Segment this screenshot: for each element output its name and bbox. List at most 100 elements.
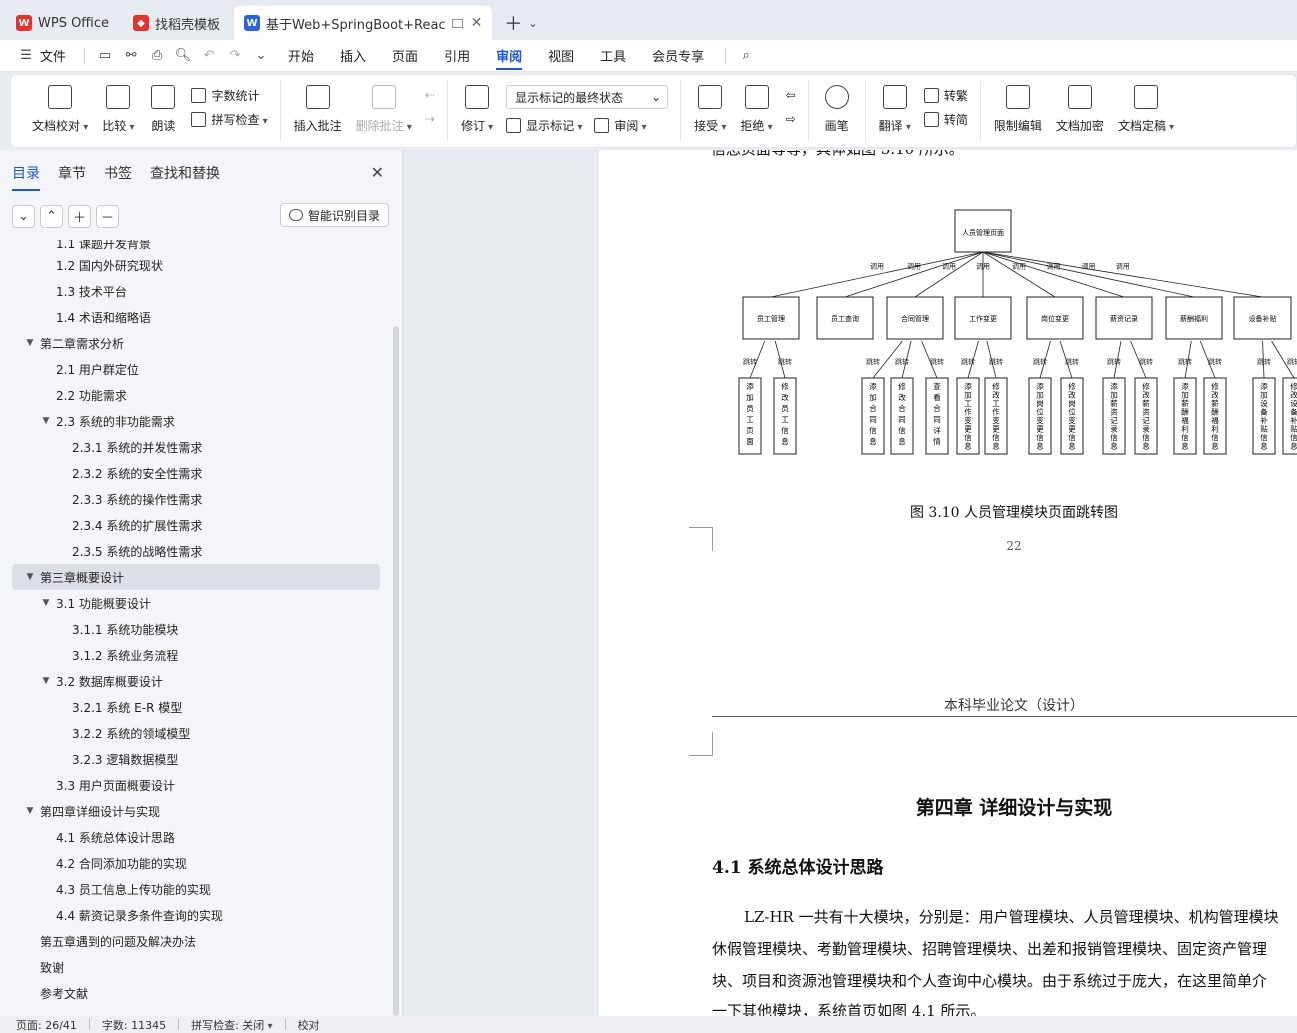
translate-button[interactable]: 翻译 xyxy=(872,81,918,138)
spell-check-indicator[interactable]: 拼写检查: 关闭 xyxy=(191,1017,272,1033)
toc-item[interactable]: 3.2.2 系统的领域模型 xyxy=(12,720,380,746)
menu-tools[interactable]: 工具 xyxy=(587,40,639,72)
pen-button[interactable]: 画笔 xyxy=(815,81,859,138)
tab-toc[interactable]: 目录 xyxy=(12,159,40,191)
to-simplified-button[interactable]: 转简 xyxy=(923,107,968,131)
toc-item[interactable]: 4.1 系统总体设计思路 xyxy=(12,824,380,850)
toc-item[interactable]: 4.2 合同添加功能的实现 xyxy=(12,850,380,876)
insert-comment-button[interactable]: 插入批注 xyxy=(287,81,349,138)
expand-triangle-icon[interactable]: ▼ xyxy=(24,572,36,582)
toc-item[interactable]: 2.3.1 系统的并发性需求 xyxy=(12,434,380,460)
menu-member[interactable]: 会员专享 xyxy=(639,40,717,72)
add-heading-icon[interactable]: ＋ xyxy=(68,204,91,228)
toc-item[interactable]: 致谢 xyxy=(12,954,380,980)
redo-icon[interactable]: ↷ xyxy=(223,44,247,68)
tab-wps-office[interactable]: W WPS Office xyxy=(6,6,119,40)
menu-start[interactable]: 开始 xyxy=(275,40,327,72)
toc-item[interactable]: ▼ 3.2 数据库概要设计 xyxy=(12,668,380,694)
toc-item[interactable]: 2.1 用户群定位 xyxy=(12,356,380,382)
toc-item[interactable]: 3.2.3 逻辑数据模型 xyxy=(12,746,380,772)
toc-item[interactable]: 2.3.3 系统的操作性需求 xyxy=(12,486,380,512)
print-icon[interactable]: ⎙ xyxy=(145,44,169,68)
undo-icon[interactable]: ↶ xyxy=(197,44,221,68)
menu-insert[interactable]: 插入 xyxy=(327,40,379,72)
print-preview-icon[interactable]: 🔍︎ xyxy=(171,44,195,68)
expand-down-icon[interactable]: ⌄ xyxy=(12,204,35,228)
toc-item[interactable]: 2.3.5 系统的战略性需求 xyxy=(12,538,380,564)
menu-review[interactable]: 审阅 xyxy=(483,40,535,72)
toc-item[interactable]: 参考文献 xyxy=(12,980,380,1006)
restrict-edit-button[interactable]: 限制编辑 xyxy=(987,81,1049,138)
toc-scrollbar[interactable] xyxy=(393,326,399,1016)
markup-state-select[interactable]: 显示标记的最终状态 ⌄ xyxy=(506,85,669,109)
doc-check-button[interactable]: 文档校对 xyxy=(25,81,95,138)
read-aloud-button[interactable]: 朗读 xyxy=(141,81,185,138)
word-count-indicator[interactable]: 字数: 11345 xyxy=(102,1017,166,1033)
toc-item[interactable]: 4.4 薪资记录多条件查询的实现 xyxy=(12,902,380,928)
menu-reference[interactable]: 引用 xyxy=(431,40,483,72)
toc-item[interactable]: 3.2.1 系统 E-R 模型 xyxy=(12,694,380,720)
toc-item[interactable]: 3.3 用户页面概要设计 xyxy=(12,772,380,798)
tab-find-replace[interactable]: 查找和替换 xyxy=(150,159,220,187)
close-pane-icon[interactable]: ✕ xyxy=(371,163,384,182)
search-icon[interactable]: ⌕ xyxy=(734,44,758,68)
tab-template[interactable]: ◆ 找稻壳模板 xyxy=(123,6,230,40)
prev-change-icon[interactable]: ⇦ xyxy=(786,83,796,107)
toc-item[interactable]: 1.3 技术平台 xyxy=(12,278,380,304)
link-icon[interactable]: ⚯ xyxy=(119,44,143,68)
accept-button[interactable]: 接受 xyxy=(687,81,733,138)
expand-triangle-icon[interactable]: ▼ xyxy=(24,338,36,348)
menu-page[interactable]: 页面 xyxy=(379,40,431,72)
next-change-icon[interactable]: ⇨ xyxy=(786,107,796,131)
collapse-up-icon[interactable]: ⌃ xyxy=(40,204,63,228)
window-icon[interactable] xyxy=(451,18,463,28)
expand-triangle-icon[interactable]: ▼ xyxy=(24,806,36,816)
toc-item[interactable]: 2.3.2 系统的安全性需求 xyxy=(12,460,380,486)
toc-item[interactable]: ▼ 第二章需求分析 xyxy=(12,330,380,356)
save-icon[interactable]: ▭ xyxy=(93,44,117,68)
tab-chapters[interactable]: 章节 xyxy=(58,159,86,187)
page-indicator[interactable]: 页面: 26/41 xyxy=(16,1017,77,1033)
word-count-button[interactable]: 字数统计 xyxy=(191,83,267,107)
toc-item[interactable]: 3.1.2 系统业务流程 xyxy=(12,642,380,668)
close-tab-icon[interactable]: ✕ xyxy=(471,15,483,31)
to-traditional-button[interactable]: 转繁 xyxy=(923,83,968,107)
more-chevron-icon[interactable]: ⌄ xyxy=(249,44,273,68)
reject-button[interactable]: 拒绝 xyxy=(733,81,779,138)
tab-bookmarks[interactable]: 书签 xyxy=(104,159,132,187)
toc-item[interactable]: 第五章遇到的问题及解决办法 xyxy=(12,928,380,954)
compare-button[interactable]: 比较 xyxy=(95,81,141,138)
show-markup-button[interactable]: 显示标记 xyxy=(506,113,582,137)
menu-view[interactable]: 视图 xyxy=(535,40,587,72)
prev-comment-icon[interactable]: ⇠ xyxy=(425,83,435,107)
file-menu[interactable]: 文件 xyxy=(40,46,66,65)
toc-item[interactable]: ▼ 第四章详细设计与实现 xyxy=(12,798,380,824)
expand-triangle-icon[interactable]: ▼ xyxy=(40,598,52,608)
toc-item[interactable]: 3.1.1 系统功能模块 xyxy=(12,616,380,642)
smart-toc-button[interactable]: 智能识别目录 xyxy=(279,203,389,227)
toc-item[interactable]: 1.2 国内外研究现状 xyxy=(12,252,380,278)
hamburger-menu-icon[interactable]: ☰ xyxy=(14,44,38,68)
expand-triangle-icon[interactable]: ▼ xyxy=(40,416,52,426)
revise-button[interactable]: 修订 xyxy=(454,81,500,138)
toc-item[interactable]: ▼ 3.1 功能概要设计 xyxy=(12,590,380,616)
spell-check-button[interactable]: 拼写检查 xyxy=(191,107,267,131)
proof-indicator[interactable]: 校对 xyxy=(298,1017,320,1033)
chevron-down-icon[interactable]: ⌄ xyxy=(528,17,537,30)
toc-item[interactable]: ▼ 第三章概要设计 xyxy=(12,564,380,590)
remove-heading-icon[interactable]: － xyxy=(96,204,119,228)
toc-item[interactable]: 2.3.4 系统的扩展性需求 xyxy=(12,512,380,538)
doc-encrypt-button[interactable]: 文档加密 xyxy=(1049,81,1111,138)
toc-item[interactable]: ▼ 2.3 系统的非功能需求 xyxy=(12,408,380,434)
doc-finalize-button[interactable]: 文档定稿 xyxy=(1111,81,1181,138)
review-pane-button[interactable]: 审阅 xyxy=(594,113,646,137)
new-tab-button[interactable]: ＋ ⌄ xyxy=(496,6,545,40)
tab-document[interactable]: W 基于Web+SpringBoot+Reac ✕ xyxy=(234,6,493,40)
delete-comment-button[interactable]: 删除批注 xyxy=(349,81,419,138)
toc-item[interactable]: 2.2 功能需求 xyxy=(12,382,380,408)
toc-item[interactable]: 4.3 员工信息上传功能的实现 xyxy=(12,876,380,902)
next-comment-icon[interactable]: ⇢ xyxy=(425,107,435,131)
toc-item[interactable]: 1.4 术语和缩略语 xyxy=(12,304,380,330)
toc-item[interactable]: 1.1 课题开发背景 xyxy=(12,240,380,252)
expand-triangle-icon[interactable]: ▼ xyxy=(40,676,52,686)
